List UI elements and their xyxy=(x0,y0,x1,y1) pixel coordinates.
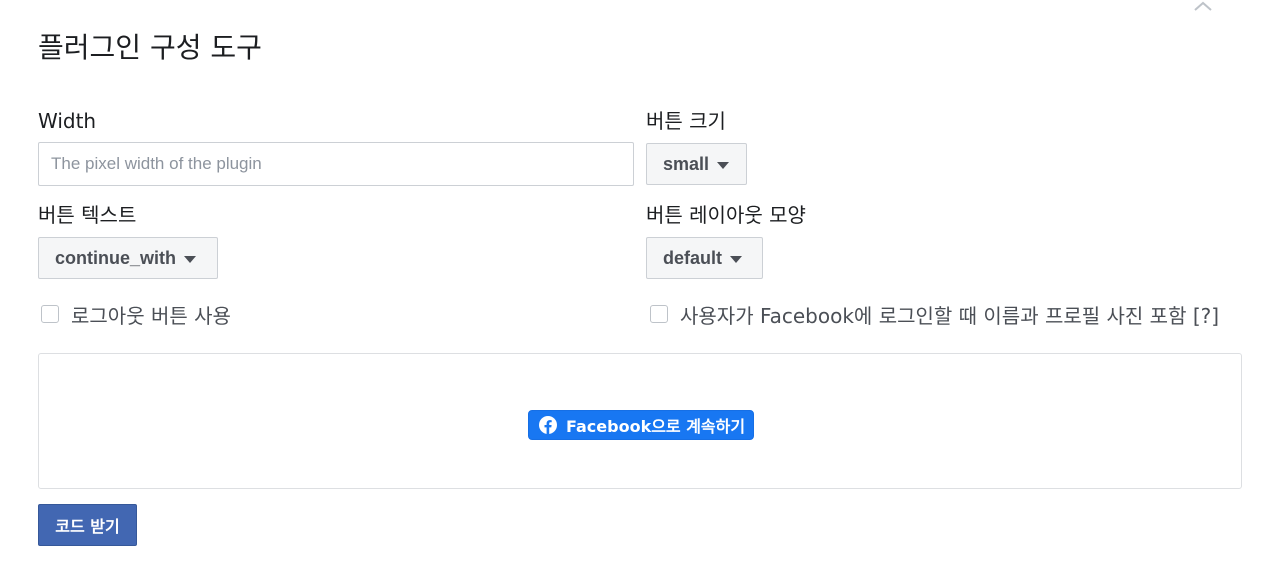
facebook-login-button[interactable]: Facebook으로 계속하기 xyxy=(528,410,754,440)
button-layout-label: 버튼 레이아웃 모양 xyxy=(646,203,806,227)
button-text-label: 버튼 텍스트 xyxy=(38,203,137,227)
button-layout-value: default xyxy=(663,247,723,268)
facebook-logo-icon xyxy=(539,416,557,434)
profile-checkbox-label: 사용자가 Facebook에 로그인할 때 이름과 프로필 사진 포함 [?] xyxy=(680,303,1220,328)
button-size-value: small xyxy=(663,153,710,174)
width-input[interactable] xyxy=(38,142,634,186)
get-code-button[interactable]: 코드 받기 xyxy=(38,504,137,546)
width-label: Width xyxy=(38,109,97,133)
profile-option[interactable]: 사용자가 Facebook에 로그인할 때 이름과 프로필 사진 포함 [?] xyxy=(650,302,1220,328)
button-layout-select[interactable]: default xyxy=(646,237,763,279)
profile-checkbox[interactable] xyxy=(650,305,668,323)
button-size-select[interactable]: small xyxy=(646,143,747,185)
button-text-select[interactable]: continue_with xyxy=(38,237,218,279)
logout-option[interactable]: 로그아웃 버튼 사용 xyxy=(41,302,231,328)
preview-panel: Facebook으로 계속하기 xyxy=(38,353,1242,489)
caret-down-icon xyxy=(184,255,196,263)
chevron-up-icon[interactable] xyxy=(1192,0,1214,12)
logout-checkbox[interactable] xyxy=(41,305,59,323)
caret-down-icon xyxy=(717,161,730,169)
caret-down-icon xyxy=(730,255,743,263)
logout-checkbox-label: 로그아웃 버튼 사용 xyxy=(71,303,231,328)
facebook-button-label: Facebook으로 계속하기 xyxy=(566,417,746,436)
page-title: 플러그인 구성 도구 xyxy=(38,31,262,64)
button-text-value: continue_with xyxy=(55,247,176,268)
button-size-label: 버튼 크기 xyxy=(646,109,726,133)
